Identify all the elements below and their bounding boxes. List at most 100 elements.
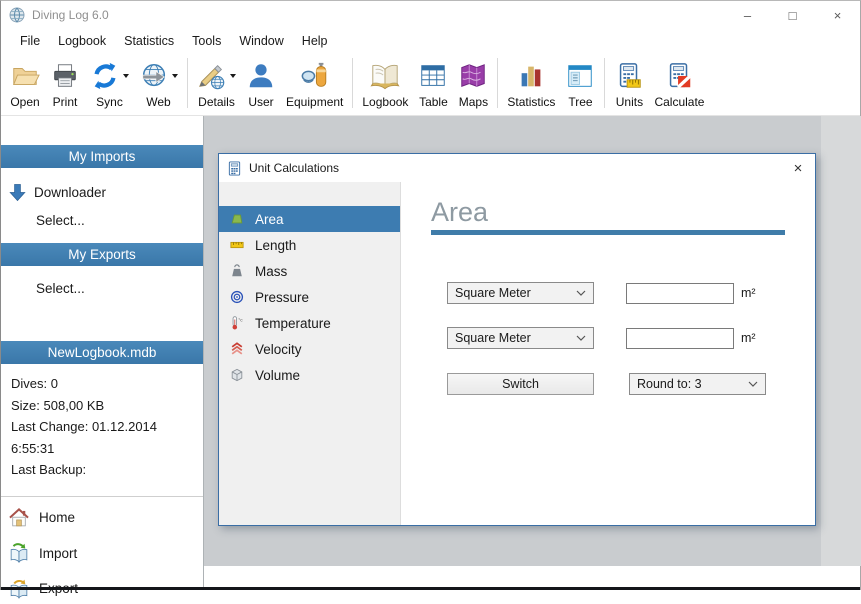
calculate-calculator-icon [664,61,694,91]
unit-suffix-to: m² [741,331,756,345]
area-icon [230,212,244,226]
sidebar-divider [1,496,203,497]
sidebar-item-home[interactable]: Home [1,503,203,533]
category-item-temperature[interactable]: °c Temperature [219,310,400,336]
sidebar-item-downloader[interactable]: Downloader [1,183,203,202]
unit-select-from[interactable]: Square Meter [447,282,594,304]
main-toolbar: Open Print Sync [1,53,860,116]
menu-bar: File Logbook Statistics Tools Window Hel… [1,29,860,53]
home-icon [8,507,30,529]
logbook-file-info: Dives: 0 Size: 508,00 KB Last Change: 01… [11,373,203,481]
toolbar-button-equipment[interactable]: Equipment [281,56,348,111]
sidebar: My Imports Downloader Select... My Expor… [1,116,204,588]
unit-category-list: Area Length [219,182,401,525]
open-folder-icon [10,61,40,91]
chevron-down-icon [576,290,586,296]
sidebar-header-my-imports: My Imports [1,145,203,168]
category-item-pressure[interactable]: Pressure [219,284,400,310]
value-input-to[interactable] [626,328,734,349]
toolbar-separator [352,58,353,108]
web-globe-icon [139,61,169,91]
menu-help[interactable]: Help [293,32,337,50]
menu-tools[interactable]: Tools [183,32,230,50]
close-button[interactable]: × [815,1,860,29]
toolbar-button-open[interactable]: Open [5,56,45,111]
sidebar-header-logbook-file: NewLogbook.mdb [1,341,203,364]
sidebar-item-import[interactable]: Import [1,539,203,569]
unit-select-to[interactable]: Square Meter [447,327,594,349]
weight-icon [230,264,244,278]
main-workspace: Unit Calculations × Area [204,116,860,588]
toolbar-separator [604,58,605,108]
heading-underline [431,230,785,235]
page-title: Area [431,196,785,228]
toolbar-button-units[interactable]: Units [609,56,649,111]
import-book-icon [8,543,30,565]
table-grid-icon [418,61,448,91]
details-edit-icon [197,61,227,91]
sync-arrows-icon [90,61,120,91]
minimize-button[interactable]: – [725,1,770,29]
category-item-length[interactable]: Length [219,232,400,258]
sync-dropdown-arrow[interactable] [123,74,129,78]
bar-chart-icon [516,61,546,91]
toolbar-button-details[interactable]: Details [192,56,241,111]
logbook-book-icon [370,61,400,91]
dialog-close-icon[interactable]: × [781,154,815,182]
thermometer-icon: °c [230,316,244,330]
toolbar-button-tree[interactable]: Tree [560,56,600,111]
round-to-select[interactable]: Round to: 3 [629,373,766,395]
category-item-velocity[interactable]: Velocity [219,336,400,362]
menu-file[interactable]: File [11,32,49,50]
toolbar-button-logbook[interactable]: Logbook [357,56,413,111]
dialog-titlebar: Unit Calculations × [219,154,815,182]
chevron-down-icon [748,381,758,387]
window-title: Diving Log 6.0 [32,8,109,22]
maximize-button[interactable]: □ [770,1,815,29]
velocity-icon [230,342,244,356]
workspace-right-strip [821,116,861,566]
menu-logbook[interactable]: Logbook [49,32,115,50]
sidebar-item-import-select[interactable]: Select... [1,213,203,228]
value-input-from[interactable] [626,283,734,304]
window-titlebar: Diving Log 6.0 – □ × [1,1,860,29]
toolbar-button-web[interactable]: Web [134,56,183,111]
ruler-icon [230,238,244,252]
units-calculator-icon [614,61,644,91]
menu-window[interactable]: Window [230,32,292,50]
calculator-icon [227,161,242,176]
app-globe-icon [9,7,25,23]
toolbar-button-table[interactable]: Table [413,56,453,111]
category-item-area[interactable]: Area [219,206,400,232]
toolbar-button-statistics[interactable]: Statistics [502,56,560,111]
logbook-last-backup: Last Backup: [11,459,203,481]
download-arrow-icon [9,183,26,202]
toolbar-button-calculate[interactable]: Calculate [649,56,709,111]
dialog-title: Unit Calculations [249,161,339,175]
toolbar-separator [497,58,498,108]
toolbar-button-sync[interactable]: Sync [85,56,134,111]
chevron-down-icon [576,335,586,341]
printer-icon [50,61,80,91]
toolbar-separator [187,58,188,108]
map-icon [458,61,488,91]
logbook-file-size: Size: 508,00 KB [11,395,203,417]
tree-view-icon [565,61,595,91]
toolbar-button-maps[interactable]: Maps [453,56,493,111]
logbook-dives-count: Dives: 0 [11,373,203,395]
svg-text:°c: °c [238,317,243,323]
category-item-mass[interactable]: Mass [219,258,400,284]
dialog-content: Area Square Meter m² [401,182,815,525]
category-item-volume[interactable]: Volume [219,362,400,388]
pressure-icon [230,290,244,304]
cube-icon [230,368,244,382]
toolbar-button-user[interactable]: User [241,56,281,111]
web-dropdown-arrow[interactable] [172,74,178,78]
logbook-last-change: Last Change: 01.12.2014 6:55:31 [11,416,203,459]
toolbar-button-print[interactable]: Print [45,56,85,111]
switch-button[interactable]: Switch [447,373,594,395]
menu-statistics[interactable]: Statistics [115,32,183,50]
sidebar-item-export-select[interactable]: Select... [1,281,203,296]
unit-suffix-from: m² [741,286,756,300]
details-dropdown-arrow[interactable] [230,74,236,78]
